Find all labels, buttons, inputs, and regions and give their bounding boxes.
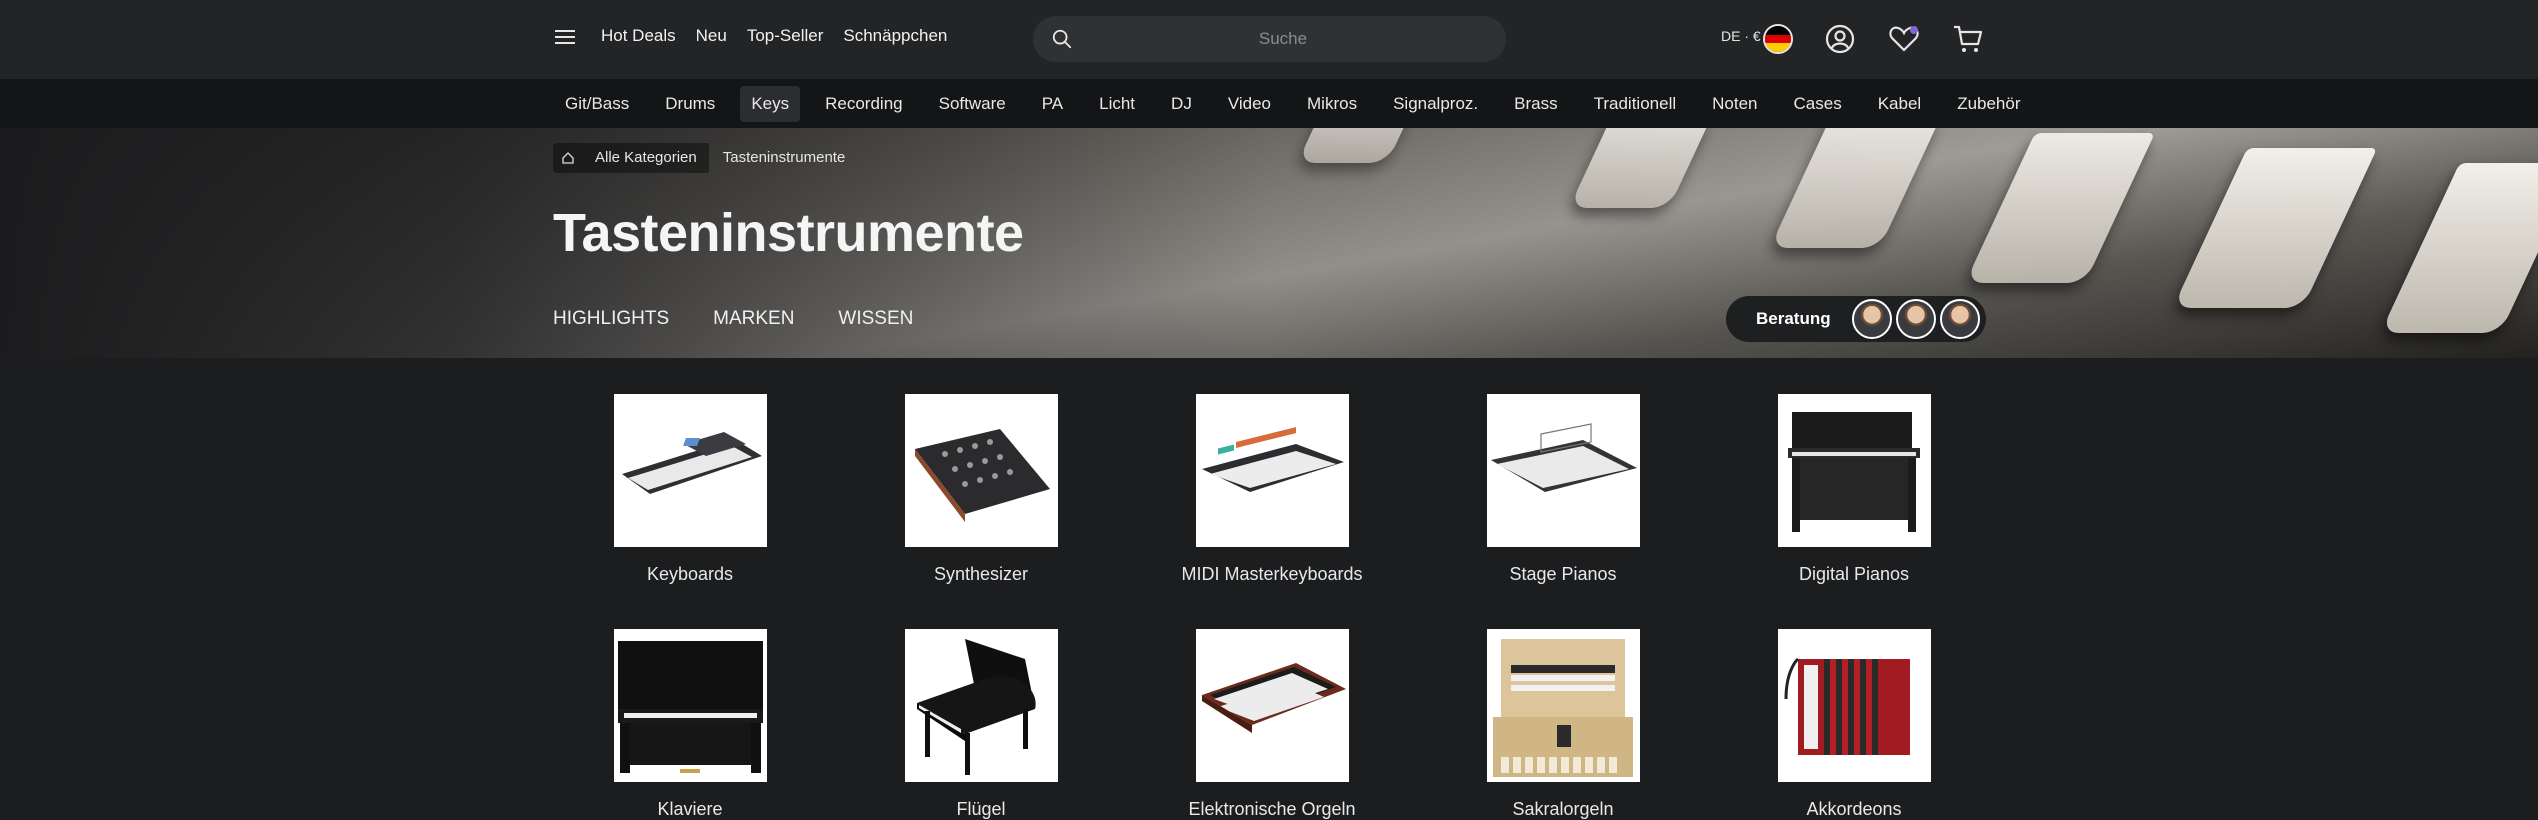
- nav-item-licht[interactable]: Licht: [1088, 86, 1146, 122]
- category-label: Sakralorgeln: [1512, 799, 1614, 819]
- nav-item-mikros[interactable]: Mikros: [1296, 86, 1368, 122]
- category-tile-keyboards[interactable]: Keyboards: [545, 394, 835, 585]
- hero-background-piano-key: [2172, 148, 2378, 308]
- search-icon[interactable]: [1051, 28, 1073, 50]
- category-tile-midi-masterkeyboards[interactable]: MIDI Masterkeyboards: [1127, 394, 1417, 585]
- nav-item-pa[interactable]: PA: [1031, 86, 1074, 122]
- tab-highlights[interactable]: HIGHLIGHTS: [553, 308, 669, 330]
- german-flag-icon[interactable]: [1763, 24, 1793, 54]
- nav-item-keys[interactable]: Keys: [740, 86, 801, 122]
- nav-item-dj[interactable]: DJ: [1160, 86, 1203, 122]
- hero-tabs: HIGHLIGHTS MARKEN WISSEN: [553, 308, 913, 330]
- category-tile-fluegel[interactable]: Flügel: [836, 629, 1126, 820]
- category-tile-synthesizer[interactable]: Synthesizer: [836, 394, 1126, 585]
- hero-background-piano-key: [1297, 128, 1413, 163]
- church-organ-image: [1486, 629, 1640, 782]
- quick-links: Hot Deals Neu Top-Seller Schnäppchen: [601, 26, 947, 46]
- category-tile-elektronische-orgeln[interactable]: Elektronische Orgeln: [1127, 629, 1417, 820]
- advisor-avatar: [1852, 299, 1892, 339]
- category-label: Flügel: [956, 799, 1006, 819]
- electronic-organ-image: [1195, 629, 1349, 782]
- nav-item-video[interactable]: Video: [1217, 86, 1282, 122]
- nav-item-git-bass[interactable]: Git/Bass: [554, 86, 640, 122]
- category-label: Digital Pianos: [1798, 564, 1910, 584]
- synthesizer-image: [904, 394, 1058, 547]
- category-tile-stage-pianos[interactable]: Stage Pianos: [1418, 394, 1708, 585]
- accordion-image: [1777, 629, 1931, 782]
- quick-link-top-seller[interactable]: Top-Seller: [747, 26, 824, 46]
- hero-background-piano-key: [1769, 128, 1941, 248]
- top-header: Hot Deals Neu Top-Seller Schnäppchen DE …: [0, 0, 2538, 79]
- search-input[interactable]: [1083, 16, 1483, 62]
- nav-item-zubehoer[interactable]: Zubehör: [1946, 86, 2031, 122]
- category-label: Stage Pianos: [1509, 564, 1617, 584]
- nav-item-signalproz[interactable]: Signalproz.: [1382, 86, 1489, 122]
- midi-keyboard-image: [1195, 394, 1349, 547]
- category-label: Synthesizer: [933, 564, 1029, 584]
- keyboard-image: [613, 394, 767, 547]
- nav-item-noten[interactable]: Noten: [1701, 86, 1768, 122]
- nav-item-recording[interactable]: Recording: [814, 86, 914, 122]
- category-label: Keyboards: [646, 564, 734, 584]
- grand-piano-image: [904, 629, 1058, 782]
- digital-piano-image: [1777, 394, 1931, 547]
- category-label: Akkordeons: [1806, 799, 1902, 819]
- category-nav: Git/Bass Drums Keys Recording Software P…: [0, 79, 2538, 128]
- hamburger-menu-icon[interactable]: [553, 26, 577, 50]
- category-tile-sakralorgeln[interactable]: Sakralorgeln: [1418, 629, 1708, 820]
- nav-item-traditionell[interactable]: Traditionell: [1583, 86, 1688, 122]
- stage-piano-image: [1486, 394, 1640, 547]
- shopping-cart-icon[interactable]: [1951, 22, 1985, 56]
- home-icon[interactable]: [553, 143, 583, 173]
- account-icon[interactable]: [1823, 22, 1857, 56]
- nav-item-kabel[interactable]: Kabel: [1867, 86, 1932, 122]
- hero-background-piano-key: [1965, 133, 2155, 283]
- search-bar: [1033, 16, 1506, 62]
- category-tile-klaviere[interactable]: Klaviere: [545, 629, 835, 820]
- quick-link-neu[interactable]: Neu: [696, 26, 727, 46]
- advice-button[interactable]: Beratung: [1726, 296, 1986, 342]
- breadcrumb-all-categories[interactable]: Alle Kategorien: [583, 143, 709, 173]
- category-tile-digital-pianos[interactable]: Digital Pianos: [1709, 394, 1999, 585]
- hero-banner: Alle Kategorien Tasteninstrumente Tasten…: [0, 128, 2538, 358]
- nav-item-software[interactable]: Software: [928, 86, 1017, 122]
- quick-link-hot-deals[interactable]: Hot Deals: [601, 26, 676, 46]
- page-title: Tasteninstrumente: [553, 203, 1024, 263]
- nav-item-brass[interactable]: Brass: [1503, 86, 1568, 122]
- category-label: Elektronische Orgeln: [1188, 799, 1356, 819]
- advisor-avatar: [1940, 299, 1980, 339]
- tab-marken[interactable]: MARKEN: [713, 308, 794, 330]
- upright-piano-image: [613, 629, 767, 782]
- breadcrumb: Alle Kategorien Tasteninstrumente: [553, 143, 859, 173]
- breadcrumb-current: Tasteninstrumente: [722, 149, 846, 166]
- nav-item-drums[interactable]: Drums: [654, 86, 726, 122]
- hero-background-piano-key: [1569, 128, 1711, 208]
- category-tile-akkordeons[interactable]: Akkordeons: [1709, 629, 1999, 820]
- advisor-avatar: [1896, 299, 1936, 339]
- nav-item-cases[interactable]: Cases: [1783, 86, 1853, 122]
- locale-selector[interactable]: DE · €: [1721, 28, 1761, 44]
- tab-wissen[interactable]: WISSEN: [838, 308, 913, 330]
- hero-background-piano-key: [2380, 163, 2538, 333]
- advice-label: Beratung: [1756, 309, 1831, 328]
- wishlist-heart-icon[interactable]: [1887, 22, 1921, 56]
- category-label: Klaviere: [657, 799, 723, 819]
- category-label: MIDI Masterkeyboards: [1181, 564, 1363, 584]
- quick-link-schnaeppchen[interactable]: Schnäppchen: [843, 26, 947, 46]
